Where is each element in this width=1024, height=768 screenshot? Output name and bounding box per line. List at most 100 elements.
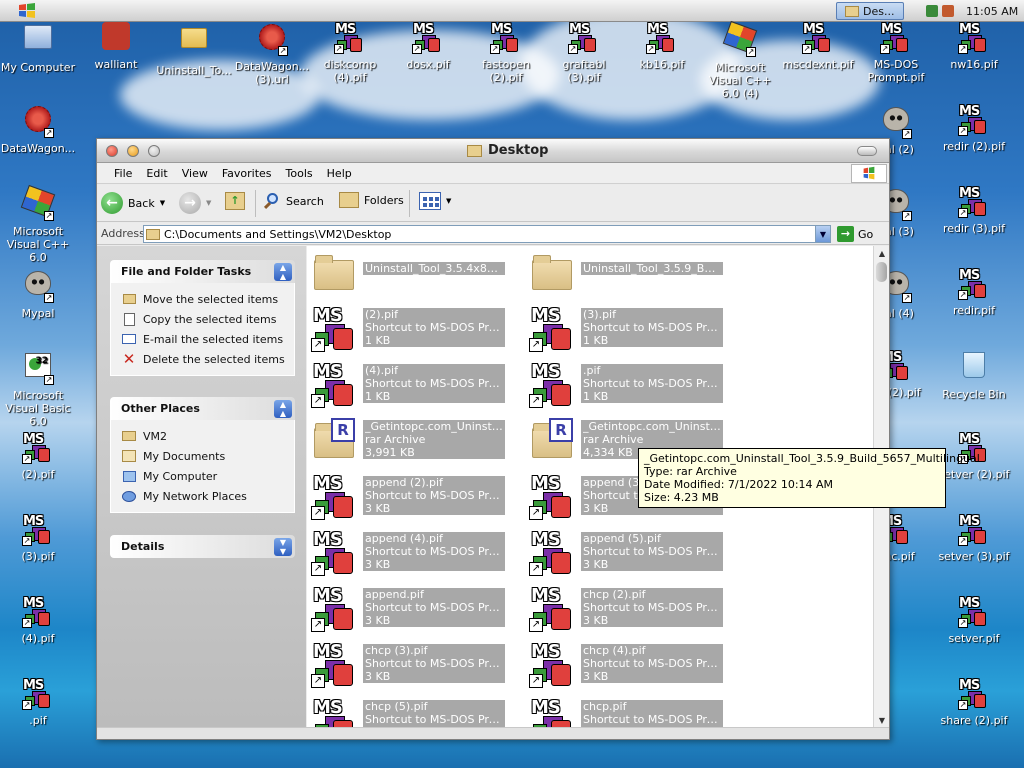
file-item[interactable]: MS ↗ append (4).pif Shortcut to MS-DOS Prog… bbox=[311, 528, 521, 578]
desktop-icon-ms[interactable]: MS ↗ (4).pif bbox=[0, 596, 76, 645]
go-button[interactable]: → Go bbox=[837, 226, 873, 242]
file-item[interactable]: MS↗(4).pifShortcut to MS-DOS Program1 KB bbox=[311, 360, 521, 410]
ms-dos-icon: MS↗ bbox=[958, 596, 990, 628]
panel-header[interactable]: Other Places ▲ ▲ bbox=[110, 397, 295, 420]
menu-favorites[interactable]: Favorites bbox=[215, 167, 279, 180]
task-delete-items[interactable]: ✕ Delete the selected items bbox=[121, 349, 294, 369]
file-label: chcp (2).pifShortcut to MS-DOS Program3 … bbox=[581, 588, 723, 627]
desktop-icon-url[interactable]: ↗ DataWagon... bbox=[0, 104, 76, 155]
volume-icon[interactable] bbox=[942, 5, 954, 17]
panel-header[interactable]: Details ▼ ▼ bbox=[110, 535, 295, 558]
task-email-items[interactable]: E-mail the selected items bbox=[121, 329, 294, 349]
vcpp-icon: ↗ bbox=[722, 20, 758, 57]
desktop-icon-ms[interactable]: MS ↗ redir (3).pif bbox=[936, 186, 1012, 235]
desktop-icon-folder[interactable]: Uninstall_To... bbox=[156, 22, 232, 77]
file-item[interactable]: MS↗chcp (5).pifShortcut to MS-DOS Progra… bbox=[311, 696, 521, 727]
ms-dos-icon: MS↗ bbox=[529, 529, 575, 576]
desktop-icon-ms[interactable]: MS ↗ (3).pif bbox=[0, 514, 76, 563]
desktop-icon-vcpp[interactable]: ↗ Microsoft Visual C++ 6.0 bbox=[0, 184, 76, 264]
menu-edit[interactable]: Edit bbox=[139, 167, 174, 180]
chevron-down-icon[interactable]: ▼ bbox=[206, 199, 211, 207]
desktop-icon-racoon[interactable]: ↗ Mypal bbox=[0, 268, 76, 320]
desktop-icon-label: setver (3).pif bbox=[938, 550, 1010, 563]
task-move-items[interactable]: Move the selected items bbox=[121, 289, 294, 309]
desktop-icon-ms[interactable]: MS ↗ kb16.pif bbox=[624, 22, 700, 71]
file-item[interactable]: MS↗chcp (3).pifShortcut to MS-DOS Progra… bbox=[311, 640, 521, 690]
close-button[interactable] bbox=[106, 145, 118, 157]
toolbar-toggle-button[interactable] bbox=[857, 146, 877, 156]
menu-file[interactable]: File bbox=[107, 167, 139, 180]
desktop-icon-ms[interactable]: MS ↗ graftabl (3).pif bbox=[546, 22, 622, 84]
desktop-icon-ms[interactable]: MS ↗ redir.pif bbox=[936, 268, 1012, 317]
place-my-computer[interactable]: My Computer bbox=[121, 466, 294, 486]
network-icon[interactable] bbox=[926, 5, 938, 17]
file-item[interactable]: R_Getintopc.com_Uninstall_Too...rar Arch… bbox=[311, 416, 521, 466]
place-my-documents[interactable]: My Documents bbox=[121, 446, 294, 466]
forward-button[interactable]: → ▼ bbox=[179, 192, 211, 214]
panel-header[interactable]: File and Folder Tasks ▲ ▲ bbox=[110, 260, 295, 283]
file-name: Uninstall_Tool_3.5.9_Build_56... bbox=[583, 262, 721, 275]
scroll-down-icon[interactable]: ▼ bbox=[875, 713, 889, 727]
menu-view[interactable]: View bbox=[175, 167, 215, 180]
file-item[interactable]: Uninstall_Tool_3.5.9_Build_56... bbox=[529, 248, 739, 298]
scroll-thumb[interactable] bbox=[876, 262, 887, 282]
scroll-up-icon[interactable]: ▲ bbox=[875, 246, 889, 260]
views-button[interactable]: ▼ bbox=[419, 192, 451, 210]
desktop-icon-vb[interactable]: 32 ↗ Microsoft Visual Basic 6.0 bbox=[0, 350, 76, 428]
desktop-icon-url[interactable]: ↗ DataWagon... (3).url bbox=[234, 22, 310, 86]
chevron-up-icon[interactable]: ▲ ▲ bbox=[274, 399, 292, 418]
windows-flag-icon[interactable] bbox=[18, 2, 36, 19]
desktop-icon-bin[interactable]: Recycle Bin bbox=[936, 350, 1012, 401]
place-vm2[interactable]: VM2 bbox=[121, 426, 294, 446]
move-icon bbox=[121, 291, 137, 307]
file-label: _Getintopc.com_Uninstall_Too...rar Archi… bbox=[363, 420, 505, 459]
maximize-button[interactable] bbox=[148, 145, 160, 157]
desktop-icon-ms[interactable]: MS ↗ setver.pif bbox=[936, 596, 1012, 645]
ms-dos-icon: MS↗ bbox=[958, 104, 990, 136]
desktop-icon-ms[interactable]: MS ↗ diskcomp (4).pif bbox=[312, 22, 388, 84]
desktop-icon-ms[interactable]: MS ↗ fastopen (2).pif bbox=[468, 22, 544, 84]
address-dropdown-button[interactable]: ▼ bbox=[815, 226, 830, 242]
chevron-down-icon[interactable]: ▼ bbox=[160, 199, 165, 207]
file-label: Uninstall_Tool_3.5.9_Build_56... bbox=[581, 262, 723, 275]
file-item[interactable]: MS↗chcp (4).pifShortcut to MS-DOS Progra… bbox=[529, 640, 739, 690]
desktop-icon-ms[interactable]: MS ↗ dosx.pif bbox=[390, 22, 466, 71]
desktop-icon-ms[interactable]: MS ↗ MS-DOS Prompt.pif bbox=[858, 22, 934, 84]
desktop-icon-ms[interactable]: MS ↗ (2).pif bbox=[0, 432, 76, 481]
title-bar[interactable]: Desktop bbox=[97, 139, 889, 163]
task-copy-items[interactable]: Copy the selected items bbox=[121, 309, 294, 329]
menu-tools[interactable]: Tools bbox=[279, 167, 320, 180]
menu-help[interactable]: Help bbox=[320, 167, 359, 180]
desktop-icon-ms[interactable]: MS ↗ share (2).pif bbox=[936, 678, 1012, 727]
desktop-icon-ms[interactable]: MS ↗ mscdexnt.pif bbox=[780, 22, 856, 71]
chevron-down-icon[interactable]: ▼ ▼ bbox=[274, 537, 292, 556]
file-item[interactable]: MS↗(3).pifShortcut to MS-DOS Program1 KB bbox=[529, 304, 739, 354]
file-item[interactable]: MS↗.pifShortcut to MS-DOS Program1 KB bbox=[529, 360, 739, 410]
chevron-up-icon[interactable]: ▲ ▲ bbox=[274, 262, 292, 281]
up-folder-button[interactable]: ↑ bbox=[225, 192, 245, 210]
file-item[interactable]: Uninstall_Tool_3.5.4x86x64 bbox=[311, 248, 521, 298]
file-item[interactable]: MS ↗ append (2).pif Shortcut to MS-DOS Prog… bbox=[311, 472, 521, 522]
desktop-icon-vcpp[interactable]: ↗ Microsoft Visual C++ 6.0 (4) bbox=[702, 20, 778, 100]
folders-button[interactable]: Folders bbox=[339, 192, 404, 208]
place-my-network-places[interactable]: My Network Places bbox=[121, 486, 294, 506]
clock[interactable]: 11:05 AM bbox=[966, 5, 1018, 18]
file-item[interactable]: MS↗(2).pifShortcut to MS-DOS Program1 KB bbox=[311, 304, 521, 354]
file-type: Shortcut to MS-DOS Program bbox=[583, 545, 721, 558]
search-button[interactable]: Search bbox=[263, 192, 324, 210]
desktop-icon-ms[interactable]: MS ↗ redir (2).pif bbox=[936, 104, 1012, 153]
desktop-icon-computer[interactable]: My Computer bbox=[0, 22, 76, 74]
file-item[interactable]: MS↗append.pifShortcut to MS-DOS Program3… bbox=[311, 584, 521, 634]
minimize-button[interactable] bbox=[127, 145, 139, 157]
file-item[interactable]: MS ↗ append (5).pif Shortcut to MS-DOS Prog… bbox=[529, 528, 739, 578]
desktop-icon-app[interactable]: walliant bbox=[78, 22, 154, 71]
taskbar-button-desktop[interactable]: Des... bbox=[836, 2, 904, 20]
desktop-icon-ms[interactable]: MS ↗ nw16.pif bbox=[936, 22, 1012, 71]
file-name: chcp (3).pif bbox=[365, 644, 428, 657]
file-item[interactable]: MS↗chcp (2).pifShortcut to MS-DOS Progra… bbox=[529, 584, 739, 634]
back-button[interactable]: ← Back ▼ bbox=[101, 192, 165, 214]
desktop-icon-ms[interactable]: MS ↗ .pif bbox=[0, 678, 76, 727]
desktop-icon-ms[interactable]: MS ↗ setver (3).pif bbox=[936, 514, 1012, 563]
address-input[interactable]: C:\Documents and Settings\VM2\Desktop ▼ bbox=[143, 225, 831, 243]
file-item[interactable]: MS↗chcp.pifShortcut to MS-DOS Program3 K… bbox=[529, 696, 739, 727]
